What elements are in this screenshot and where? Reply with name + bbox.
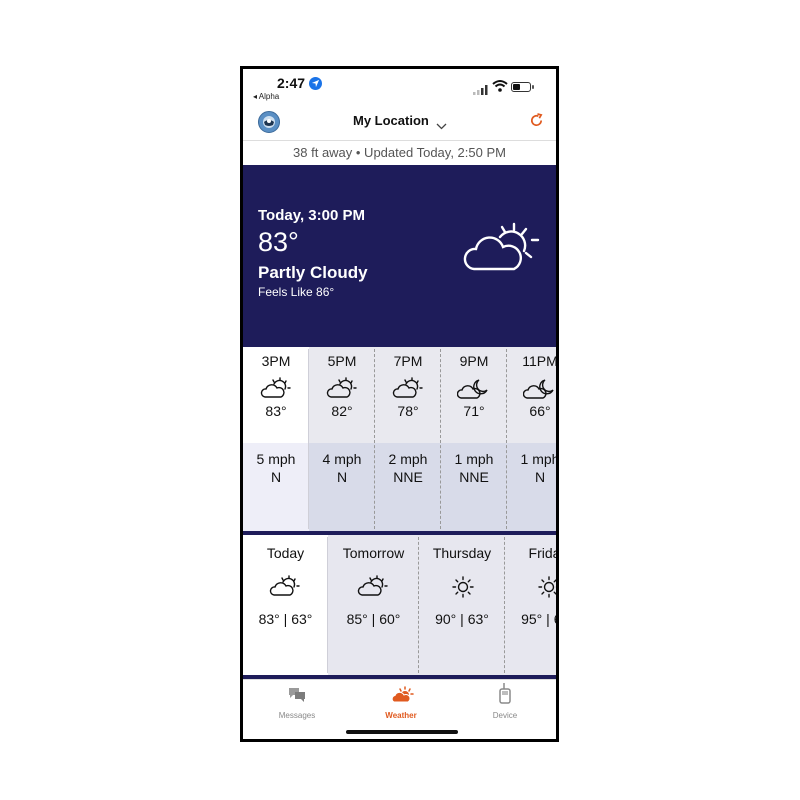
location-arrow-icon (309, 77, 322, 90)
hour-temp: 71° (463, 403, 485, 419)
hour-wind-speed: 1 mph (454, 451, 494, 467)
partly-cloudy-day-icon (325, 377, 359, 406)
hour-wind-speed: 2 mph (388, 451, 428, 467)
messages-icon (287, 686, 307, 709)
day-temps: 85° | 60° (346, 611, 401, 627)
day-temps: 83° | 63° (258, 611, 313, 627)
hourly-column[interactable]: 5PM 82° 4 mph N (309, 347, 375, 531)
daily-column[interactable]: Friday 95° | 63° (505, 535, 556, 675)
home-indicator[interactable] (346, 730, 458, 734)
hour-wind-direction: NNE (393, 469, 423, 485)
top-nav: My Location (243, 105, 556, 139)
daily-forecast[interactable]: Today 83° | 63° Tomorrow 85° | 60° Thurs… (243, 535, 556, 675)
hourly-column[interactable]: 3PM 83° 5 mph N (243, 347, 309, 531)
battery-icon (511, 82, 534, 92)
back-to-app-link[interactable]: ◂ Alpha (253, 92, 279, 101)
hour-wind-direction: N (270, 469, 282, 485)
day-temps: 95° | 63° (521, 611, 556, 627)
hour-wind-speed: 5 mph (256, 451, 296, 467)
partly-cloudy-night-icon (522, 377, 556, 406)
refresh-icon[interactable] (529, 113, 544, 133)
profile-avatar-icon[interactable] (258, 111, 280, 133)
tab-label: Messages (278, 711, 316, 720)
tab-messages[interactable]: Messages (245, 684, 349, 724)
current-conditions-card: Today, 3:00 PM 83° Partly Cloudy Feels L… (243, 165, 556, 347)
sunny-icon (451, 575, 475, 604)
hour-time: 3PM (261, 353, 291, 369)
phone-screen: 2:47 ◂ Alpha My Location 38 ft away • Up… (240, 66, 559, 742)
status-time: 2:47 (277, 75, 306, 91)
hourly-column[interactable]: 11PM 66° 1 mph N (507, 347, 556, 531)
cellular-signal-icon (473, 82, 488, 100)
tab-weather[interactable]: Weather (349, 684, 453, 724)
hour-wind-speed: 1 mph (520, 451, 556, 467)
hour-wind-direction: N (336, 469, 348, 485)
updated-status: 38 ft away • Updated Today, 2:50 PM (243, 140, 556, 166)
partly-cloudy-icon (458, 221, 544, 286)
hour-wind-speed: 4 mph (322, 451, 362, 467)
day-name: Thursday (432, 545, 492, 561)
partly-cloudy-day-icon (268, 575, 302, 604)
hour-time: 7PM (393, 353, 423, 369)
hour-time: 9PM (459, 353, 489, 369)
hourly-forecast[interactable]: 3PM 83° 5 mph N 5PM 82° 4 mph N 7PM 78° … (243, 347, 556, 531)
partly-cloudy-night-icon (456, 377, 491, 406)
hour-wind-direction: NNE (459, 469, 489, 485)
daily-column[interactable]: Tomorrow 85° | 60° (328, 535, 419, 675)
tab-label: Weather (385, 711, 417, 720)
day-name: Tomorrow (342, 545, 405, 561)
weather-icon (391, 686, 415, 709)
hour-temp: 82° (331, 403, 353, 419)
wifi-icon (492, 79, 508, 97)
hour-temp: 78° (397, 403, 419, 419)
tab-device[interactable]: Device (453, 683, 556, 724)
current-time: Today, 3:00 PM (258, 207, 365, 224)
partly-cloudy-day-icon (259, 377, 293, 406)
daily-column[interactable]: Today 83° | 63° (243, 535, 328, 675)
hour-time: 5PM (327, 353, 357, 369)
daily-column[interactable]: Thursday 90° | 63° (419, 535, 505, 675)
day-temps: 90° | 63° (435, 611, 489, 627)
sunny-icon (537, 575, 556, 604)
location-title[interactable]: My Location (353, 113, 429, 128)
day-name: Today (266, 545, 305, 561)
hourly-column[interactable]: 7PM 78° 2 mph NNE (375, 347, 441, 531)
day-name: Friday (528, 545, 556, 561)
feels-like: Feels Like 86° (258, 285, 335, 299)
hour-temp: 83° (265, 403, 287, 419)
status-bar: 2:47 ◂ Alpha (243, 69, 556, 103)
chevron-down-icon[interactable] (436, 117, 447, 135)
current-temp: 83° (258, 227, 299, 257)
partly-cloudy-day-icon (356, 575, 390, 604)
tab-label: Device (492, 711, 518, 720)
hour-time: 11PM (522, 353, 556, 369)
partly-cloudy-day-icon (391, 377, 425, 406)
device-icon (495, 683, 515, 709)
hourly-column[interactable]: 9PM 71° 1 mph NNE (441, 347, 507, 531)
current-condition: Partly Cloudy (258, 263, 368, 282)
hour-temp: 66° (529, 403, 551, 419)
hour-wind-direction: N (534, 469, 546, 485)
